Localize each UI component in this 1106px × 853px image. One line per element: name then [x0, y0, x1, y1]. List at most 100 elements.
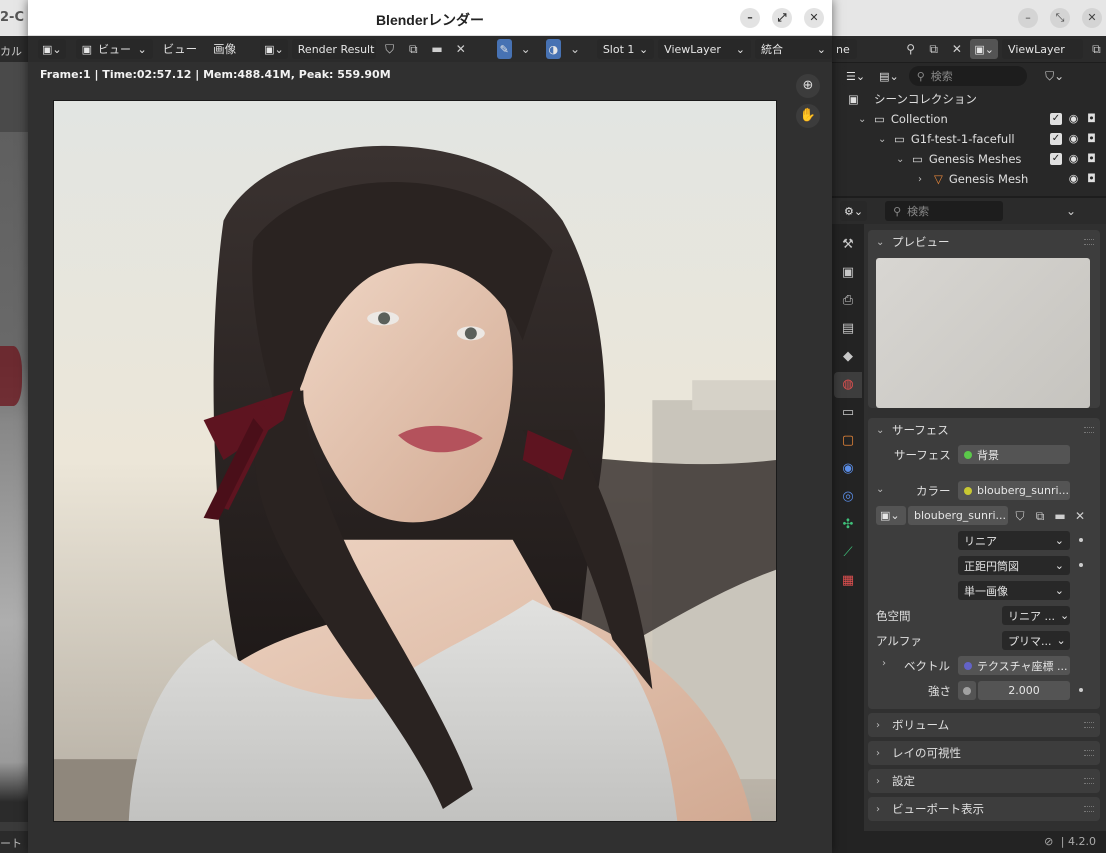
- drag-handle-icon[interactable]: [1084, 239, 1094, 245]
- view-mode-dropdown[interactable]: ▣ ビュー ⌄: [75, 39, 153, 59]
- chevron-right-icon[interactable]: ›: [876, 804, 886, 815]
- display-mode-icon[interactable]: ▤⌄: [875, 66, 903, 86]
- viewport-display-panel-header[interactable]: › ビューポート表示: [868, 797, 1100, 821]
- close-icon[interactable]: ✕: [451, 39, 471, 59]
- properties-search-input[interactable]: ⚲ 検索: [885, 201, 1004, 221]
- drag-handle-icon[interactable]: [1084, 722, 1094, 728]
- minimize-icon[interactable]: –: [740, 8, 760, 28]
- image-browse-icon[interactable]: ▣⌄: [876, 506, 906, 525]
- colorspace-dropdown[interactable]: リニア ... ⌄: [1002, 606, 1070, 625]
- physics-tab-icon[interactable]: ◎: [834, 484, 862, 510]
- restore-icon[interactable]: ⤡: [1050, 8, 1070, 28]
- projection-dropdown[interactable]: 正距円筒図 ⌄: [958, 556, 1070, 575]
- viewlayer-tab-icon[interactable]: ▤: [834, 316, 862, 342]
- camera-icon[interactable]: ◘: [1085, 173, 1098, 185]
- image-menu[interactable]: 画像: [207, 41, 242, 57]
- image-name-field[interactable]: Render Result: [291, 39, 376, 59]
- settings-panel-header[interactable]: › 設定: [868, 769, 1100, 793]
- maximize-icon[interactable]: ⤢: [772, 8, 792, 28]
- modifier-tab-icon[interactable]: ◉: [834, 456, 862, 482]
- outliner-row-scene-collection[interactable]: ▣ シーンコレクション: [832, 89, 1106, 109]
- ray-visibility-panel-header[interactable]: › レイの可視性: [868, 741, 1100, 765]
- checkbox-icon[interactable]: ✓: [1050, 153, 1062, 165]
- eye-icon[interactable]: ◉: [1067, 173, 1080, 185]
- minimize-icon[interactable]: –: [1018, 8, 1038, 28]
- scene-tab-icon[interactable]: ◆: [834, 344, 862, 370]
- chevron-down-icon[interactable]: ⌄: [896, 154, 906, 165]
- chevron-right-icon[interactable]: ›: [918, 174, 928, 185]
- collection-tab-icon[interactable]: ▭: [834, 400, 862, 426]
- close-icon[interactable]: ✕: [1070, 506, 1090, 526]
- copy-icon[interactable]: ⧉: [1030, 506, 1050, 526]
- chevron-down-icon[interactable]: ⌄: [876, 425, 886, 436]
- world-tab-icon[interactable]: ◍: [834, 372, 862, 398]
- preview-panel-header[interactable]: ⌄ プレビュー: [868, 230, 1100, 254]
- editor-type-icon[interactable]: ☰⌄: [842, 66, 870, 86]
- editor-type-icon[interactable]: ▣⌄: [38, 39, 66, 59]
- image-browse-icon[interactable]: ▣⌄: [260, 39, 288, 59]
- checkbox-icon[interactable]: ✓: [1050, 113, 1062, 125]
- chevron-down-icon[interactable]: ⌄: [516, 39, 536, 59]
- image-editor-viewport[interactable]: Frame:1 | Time:02:57.12 | Mem:488.41M, P…: [28, 62, 832, 853]
- copy-icon[interactable]: ⧉: [403, 39, 423, 59]
- camera-icon[interactable]: ◘: [1085, 113, 1098, 125]
- tool-tab-icon[interactable]: ⚒: [834, 232, 862, 258]
- data-tab-icon[interactable]: ⟋: [834, 540, 862, 566]
- constraint-tab-icon[interactable]: ✣: [834, 512, 862, 538]
- chevron-right-icon[interactable]: ›: [876, 720, 886, 731]
- surface-shader-field[interactable]: 背景: [958, 445, 1070, 464]
- folder-icon[interactable]: ▬: [427, 39, 447, 59]
- outliner-row-collection[interactable]: ⌄ ▭ Collection ✓ ◉ ◘: [832, 109, 1106, 129]
- viewlayer-type-icon[interactable]: ▣⌄: [970, 39, 999, 59]
- color-input-field[interactable]: blouberg_sunri...: [958, 481, 1070, 500]
- output-tab-icon[interactable]: ⎙: [834, 288, 862, 314]
- drag-handle-icon[interactable]: [1084, 750, 1094, 756]
- interpolation-dropdown[interactable]: リニア ⌄: [958, 531, 1070, 550]
- render-tab-icon[interactable]: ▣: [834, 260, 862, 286]
- chevron-down-icon[interactable]: ⌄: [565, 39, 585, 59]
- close-icon[interactable]: ✕: [947, 39, 966, 59]
- drag-handle-icon[interactable]: [1084, 806, 1094, 812]
- alpha-dropdown[interactable]: プリマ... ⌄: [1002, 631, 1070, 650]
- strength-field[interactable]: 2.000: [978, 681, 1070, 700]
- view-menu[interactable]: ビュー: [157, 41, 204, 57]
- viewlayer-dropdown[interactable]: ViewLayer ⌄: [658, 39, 751, 59]
- image-name-field[interactable]: blouberg_sunri...: [908, 506, 1008, 525]
- close-icon[interactable]: ✕: [1082, 8, 1102, 28]
- vector-input-field[interactable]: テクスチャ座標 ...: [958, 656, 1070, 675]
- close-icon[interactable]: ✕: [804, 8, 824, 28]
- editor-type-icon[interactable]: ⚙⌄: [840, 201, 868, 221]
- fake-user-icon[interactable]: ⛉: [380, 39, 400, 59]
- hand-icon[interactable]: ✋: [796, 104, 820, 128]
- camera-icon[interactable]: ◘: [1085, 133, 1098, 145]
- pin-icon[interactable]: ⚲: [901, 39, 920, 59]
- viewlayer-field[interactable]: ViewLayer: [1002, 39, 1083, 59]
- chevron-down-icon[interactable]: ⌄: [858, 114, 868, 125]
- source-dropdown[interactable]: 単一画像 ⌄: [958, 581, 1070, 600]
- copy-icon[interactable]: ⧉: [1087, 39, 1106, 59]
- eye-icon[interactable]: ◉: [1067, 133, 1080, 145]
- eye-icon[interactable]: ◉: [1067, 113, 1080, 125]
- surface-panel-header[interactable]: ⌄ サーフェス: [868, 418, 1100, 442]
- eye-icon[interactable]: ◉: [1067, 153, 1080, 165]
- drag-handle-icon[interactable]: [1084, 778, 1094, 784]
- folder-icon[interactable]: ▬: [1050, 506, 1070, 526]
- scene-field[interactable]: ne: [836, 39, 858, 59]
- chevron-right-icon[interactable]: ›: [876, 748, 886, 759]
- checkbox-icon[interactable]: ✓: [1050, 133, 1062, 145]
- object-tab-icon[interactable]: ▢: [834, 428, 862, 454]
- chevron-down-icon[interactable]: ⌄: [1061, 201, 1081, 221]
- chevron-right-icon[interactable]: ›: [882, 658, 892, 669]
- outliner-row-genesis-meshes[interactable]: ⌄ ▭ Genesis Meshes ✓ ◉ ◘: [832, 149, 1106, 169]
- slot-dropdown[interactable]: Slot 1 ⌄: [596, 39, 655, 59]
- chevron-down-icon[interactable]: ⌄: [878, 134, 888, 145]
- filter-icon[interactable]: ⛉⌄: [1045, 66, 1065, 86]
- sample-tool-icon[interactable]: ✎: [496, 39, 512, 59]
- render-window-titlebar[interactable]: Blenderレンダー – ⤢ ✕: [28, 0, 832, 36]
- outliner-search-input[interactable]: ⚲ 検索: [908, 66, 1027, 86]
- overlay-icon[interactable]: ◑: [545, 39, 562, 59]
- drag-handle-icon[interactable]: [1084, 427, 1094, 433]
- outliner-row-genesis-mesh[interactable]: › ▽ Genesis Mesh ◉ ◘: [832, 169, 1106, 189]
- texture-tab-icon[interactable]: ▦: [834, 568, 862, 594]
- volume-panel-header[interactable]: › ボリューム: [868, 713, 1100, 737]
